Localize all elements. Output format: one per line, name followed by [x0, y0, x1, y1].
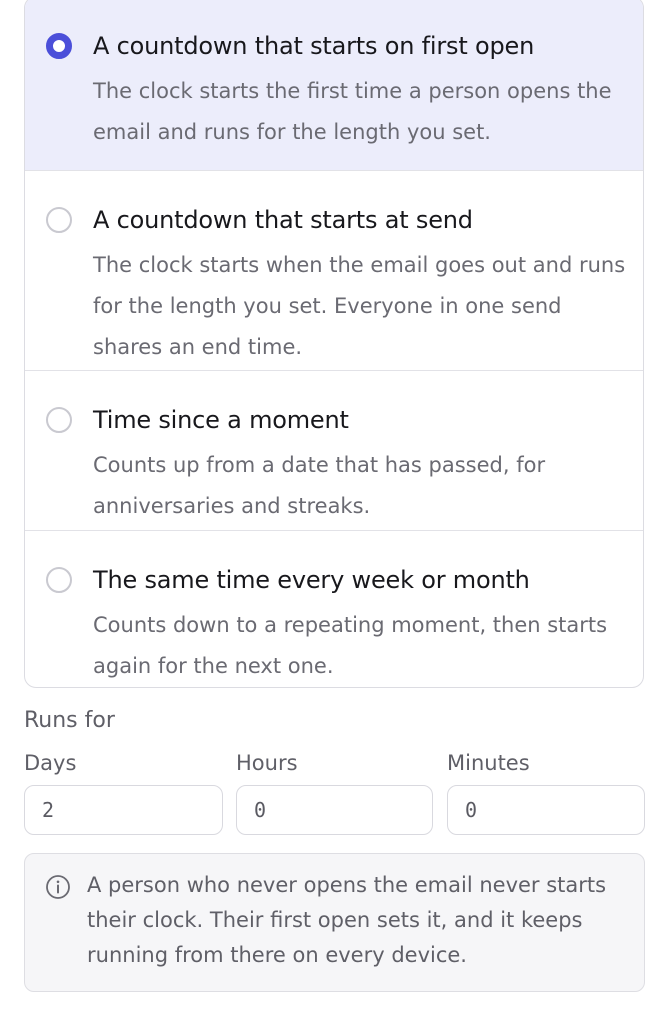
minutes-label: Minutes — [447, 751, 530, 775]
info-notice: A person who never opens the email never… — [24, 853, 645, 992]
option-time-since[interactable]: Time since a moment Counts up from a dat… — [25, 371, 643, 531]
option-first-open[interactable]: A countdown that starts on first open Th… — [25, 0, 643, 171]
info-icon — [46, 875, 70, 899]
option-title: The same time every week or month — [93, 566, 530, 594]
days-label: Days — [24, 751, 77, 775]
option-title: A countdown that starts at send — [93, 206, 473, 234]
option-at-send[interactable]: A countdown that starts at send The cloc… — [25, 171, 643, 371]
days-input[interactable] — [24, 785, 223, 835]
hours-label: Hours — [236, 751, 298, 775]
option-title: A countdown that starts on first open — [93, 32, 535, 60]
radio-unselected-icon[interactable] — [46, 567, 72, 593]
option-description: The clock starts when the email goes out… — [93, 253, 626, 359]
countdown-type-panel: A countdown that starts on first open Th… — [0, 0, 670, 1022]
minutes-input[interactable] — [447, 785, 645, 835]
option-title: Time since a moment — [93, 406, 349, 434]
radio-unselected-icon[interactable] — [46, 407, 72, 433]
radio-unselected-icon[interactable] — [46, 207, 72, 233]
option-description: The clock starts the first time a person… — [93, 79, 612, 144]
hours-input[interactable] — [236, 785, 433, 835]
option-description: Counts down to a repeating moment, then … — [93, 613, 608, 678]
option-description: Counts up from a date that has passed, f… — [93, 453, 546, 518]
info-text: A person who never opens the email never… — [87, 873, 607, 967]
radio-selected-icon[interactable] — [46, 33, 72, 59]
runs-for-label: Runs for — [24, 708, 115, 733]
countdown-type-options: A countdown that starts on first open Th… — [24, 0, 644, 688]
option-recurring[interactable]: The same time every week or month Counts… — [25, 531, 643, 687]
